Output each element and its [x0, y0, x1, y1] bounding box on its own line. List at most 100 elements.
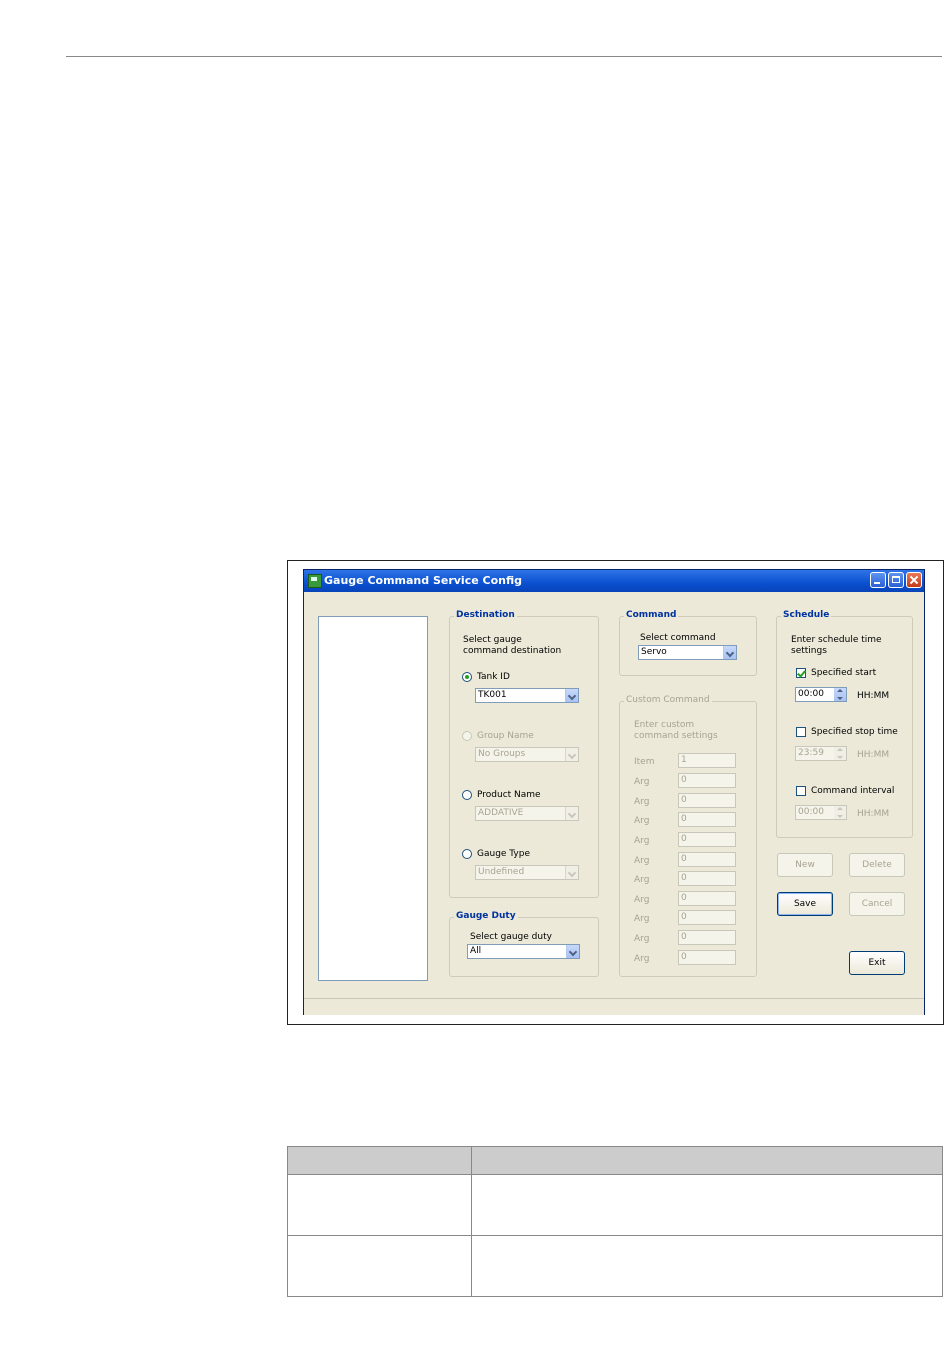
tank-id-radio[interactable]: [462, 672, 472, 682]
table-header-cell: [287, 1146, 472, 1175]
custom-arg-label: Arg: [634, 934, 650, 944]
command-select[interactable]: Servo: [638, 645, 737, 660]
custom-arg-field: 0: [678, 773, 736, 788]
custom-item-field: 1: [678, 753, 736, 768]
gauge-duty-value: All: [470, 946, 482, 956]
group-name-select: No Groups: [475, 747, 579, 762]
exit-button[interactable]: Exit: [849, 951, 905, 975]
interval-unit: HH:MM: [857, 809, 890, 819]
table-header-row: [287, 1146, 943, 1175]
custom-arg-field: 0: [678, 832, 736, 847]
screenshot-figure: Gauge Command Service Config Destination…: [287, 560, 944, 1025]
stop-time-stepper: 23:59: [795, 746, 847, 761]
spin-arrows-icon: [834, 806, 846, 819]
custom-arg-label: Arg: [634, 777, 650, 787]
custom-arg-label: Arg: [634, 797, 650, 807]
custom-command-legend: Custom Command: [624, 695, 712, 705]
start-time-value: 00:00: [798, 689, 824, 699]
product-name-select: ADDATIVE: [475, 806, 579, 821]
gauge-duty-select[interactable]: All: [467, 944, 580, 959]
custom-arg-field: 0: [678, 812, 736, 827]
interval-value: 00:00: [798, 807, 824, 817]
interval-stepper: 00:00: [795, 805, 847, 820]
custom-arg-field: 0: [678, 950, 736, 965]
specified-start-label: Specified start: [811, 668, 877, 678]
tank-id-label: Tank ID: [477, 672, 510, 682]
schedule-group: Schedule Enter schedule time settings Sp…: [776, 610, 913, 838]
config-window: Gauge Command Service Config Destination…: [303, 569, 925, 1015]
group-name-label: Group Name: [477, 731, 534, 741]
destination-prompt-line2: command destination: [463, 646, 562, 656]
custom-arg-label: Arg: [634, 914, 650, 924]
start-time-stepper[interactable]: 00:00: [795, 687, 847, 702]
title-bar[interactable]: Gauge Command Service Config: [304, 570, 924, 592]
chevron-down-icon: [565, 748, 578, 761]
chevron-down-icon[interactable]: [723, 646, 736, 659]
custom-arg-label: Arg: [634, 856, 650, 866]
description-table: [287, 1146, 943, 1297]
app-icon: [308, 574, 322, 588]
destination-legend: Destination: [454, 610, 517, 620]
command-legend: Command: [624, 610, 679, 620]
schedule-prompt-line2: settings: [791, 646, 827, 656]
custom-arg-field: 0: [678, 852, 736, 867]
close-icon[interactable]: [906, 572, 922, 588]
table-cell: [287, 1174, 472, 1236]
spin-arrows-icon[interactable]: [834, 688, 846, 701]
table-header-cell: [471, 1146, 943, 1175]
custom-command-prompt-line2: command settings: [634, 731, 718, 741]
product-name-label: Product Name: [477, 790, 541, 800]
custom-arg-label: Arg: [634, 895, 650, 905]
product-name-radio[interactable]: [462, 790, 472, 800]
command-list[interactable]: [318, 616, 428, 981]
chevron-down-icon: [565, 866, 578, 879]
spin-arrows-icon: [834, 747, 846, 760]
custom-item-label: Item: [634, 757, 655, 767]
save-button[interactable]: Save: [777, 892, 833, 916]
gauge-duty-group: Gauge Duty Select gauge duty All: [449, 911, 599, 977]
custom-arg-field: 0: [678, 793, 736, 808]
status-bar: [304, 998, 924, 1015]
group-name-value: No Groups: [478, 749, 526, 759]
command-value: Servo: [641, 647, 667, 657]
custom-arg-label: Arg: [634, 954, 650, 964]
custom-command-group: Custom Command Enter custom command sett…: [619, 695, 757, 977]
destination-prompt-line1: Select gauge: [463, 635, 522, 645]
page-top-rule: [66, 56, 942, 57]
table-cell: [471, 1174, 943, 1236]
cancel-button[interactable]: Cancel: [849, 892, 905, 916]
custom-arg-label: Arg: [634, 836, 650, 846]
table-row: [287, 1174, 943, 1236]
tank-id-select[interactable]: TK001: [475, 688, 579, 703]
table-row: [287, 1235, 943, 1297]
start-time-unit: HH:MM: [857, 691, 890, 701]
chevron-down-icon: [565, 807, 578, 820]
custom-arg-field: 0: [678, 891, 736, 906]
specified-stop-checkbox[interactable]: [796, 727, 806, 737]
stop-time-unit: HH:MM: [857, 750, 890, 760]
gauge-type-radio[interactable]: [462, 849, 472, 859]
schedule-prompt-line1: Enter schedule time: [791, 635, 882, 645]
new-button[interactable]: New: [777, 853, 833, 877]
product-name-value: ADDATIVE: [478, 808, 524, 818]
group-name-radio: [462, 731, 472, 741]
delete-button[interactable]: Delete: [849, 853, 905, 877]
gauge-duty-legend: Gauge Duty: [454, 911, 518, 921]
custom-arg-field: 0: [678, 871, 736, 886]
destination-group: Destination Select gauge command destina…: [449, 610, 599, 898]
command-group: Command Select command Servo: [619, 610, 757, 676]
command-interval-checkbox[interactable]: [796, 786, 806, 796]
custom-arg-label: Arg: [634, 875, 650, 885]
minimize-icon[interactable]: [870, 572, 886, 588]
custom-command-prompt-line1: Enter custom: [634, 720, 695, 730]
schedule-legend: Schedule: [781, 610, 832, 620]
maximize-icon[interactable]: [888, 572, 904, 588]
chevron-down-icon[interactable]: [566, 945, 579, 958]
custom-arg-label: Arg: [634, 816, 650, 826]
custom-arg-field: 0: [678, 910, 736, 925]
gauge-type-label: Gauge Type: [477, 849, 530, 859]
chevron-down-icon[interactable]: [565, 689, 578, 702]
specified-stop-label: Specified stop time: [811, 727, 898, 737]
specified-start-checkbox[interactable]: [796, 668, 806, 678]
table-cell: [471, 1235, 943, 1297]
